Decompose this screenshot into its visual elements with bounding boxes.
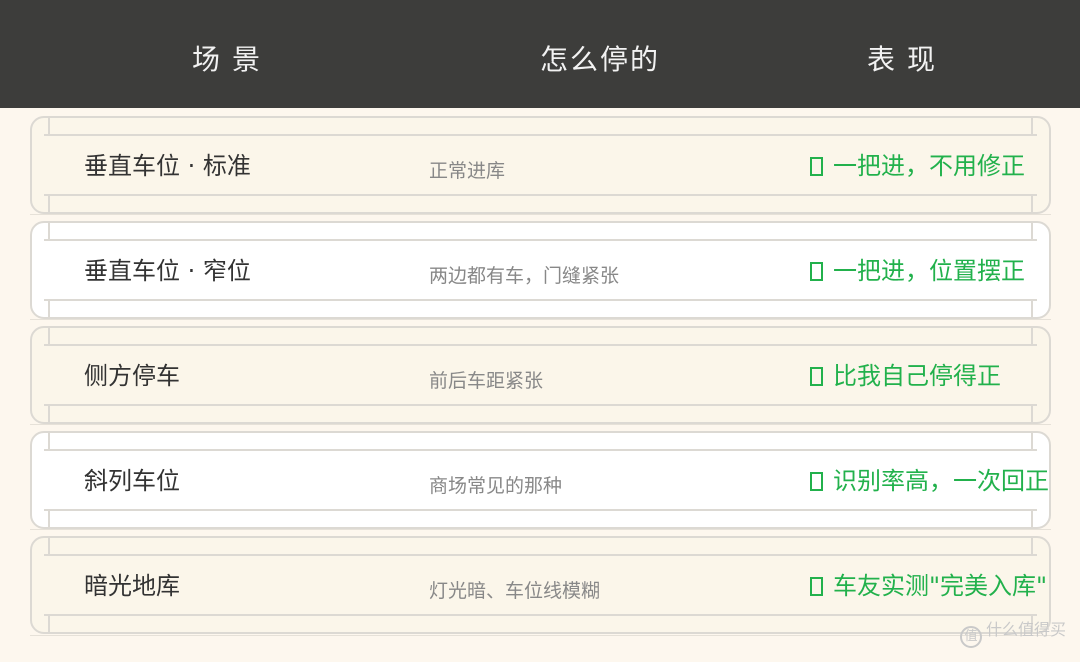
check-box-icon: [810, 367, 823, 386]
row-tick: [48, 223, 50, 239]
performance-label: 车友实测"完美入库": [810, 566, 1047, 601]
row-tick: [1031, 223, 1033, 239]
row-divider: [44, 344, 1037, 346]
header-how: 怎么停的: [540, 43, 661, 76]
row-divider: [44, 404, 1037, 406]
row-tick: [1031, 301, 1033, 317]
check-box-icon: [810, 577, 823, 596]
how-label: 商场常见的那种: [429, 475, 563, 497]
watermark: 值什么值得买: [959, 616, 1066, 648]
row-separator: [30, 424, 1051, 425]
row-tick: [1031, 406, 1033, 422]
row-tick: [1031, 118, 1033, 134]
check-box-icon: [810, 472, 823, 491]
table-row: 垂直车位 · 标准 正常进库 一把进，不用修正: [30, 116, 1051, 214]
table-row: 垂直车位 · 窄位 两边都有车，门缝紧张 一把进，位置摆正: [30, 221, 1051, 319]
how-label: 灯光暗、车位线模糊: [429, 580, 601, 602]
table-row: 侧方停车 前后车距紧张 比我自己停得正: [30, 326, 1051, 424]
scene-label: 暗光地库: [84, 572, 180, 600]
row-separator: [30, 529, 1051, 530]
row-tick: [48, 118, 50, 134]
header-performance: 表现: [867, 43, 948, 76]
row-tick: [48, 301, 50, 317]
how-label: 两边都有车，门缝紧张: [429, 265, 620, 287]
how-label: 正常进库: [429, 160, 506, 182]
scene-label: 斜列车位: [84, 467, 180, 495]
scene-label: 垂直车位 · 标准: [84, 152, 251, 180]
performance-text: 比我自己停得正: [833, 362, 1001, 390]
row-tick: [48, 538, 50, 554]
row-divider: [44, 509, 1037, 511]
scene-label: 垂直车位 · 窄位: [84, 257, 251, 285]
row-separator: [30, 319, 1051, 320]
performance-text: 一把进，不用修正: [833, 152, 1025, 180]
row-divider: [44, 614, 1037, 616]
row-tick: [1031, 328, 1033, 344]
row-tick: [1031, 511, 1033, 527]
row-separator: [30, 214, 1051, 215]
performance-text: 一把进，位置摆正: [833, 257, 1025, 285]
performance-text: 识别率高，一次回正: [833, 467, 1049, 495]
row-separator: [30, 635, 1051, 636]
check-box-icon: [810, 157, 823, 176]
row-divider: [44, 134, 1037, 136]
check-box-icon: [810, 262, 823, 281]
row-divider: [44, 239, 1037, 241]
row-tick: [48, 433, 50, 449]
performance-label: 比我自己停得正: [810, 356, 1001, 391]
site-logo-icon: 值: [959, 626, 982, 648]
row-divider: [44, 554, 1037, 556]
row-divider: [44, 449, 1037, 451]
performance-label: 一把进，位置摆正: [810, 251, 1025, 286]
row-tick: [48, 406, 50, 422]
row-tick: [1031, 433, 1033, 449]
row-tick: [48, 328, 50, 344]
performance-text: 车友实测"完美入库": [833, 572, 1048, 600]
watermark-text: 什么值得买: [985, 620, 1066, 639]
row-divider: [44, 194, 1037, 196]
scene-label: 侧方停车: [84, 362, 180, 390]
row-tick: [48, 616, 50, 632]
performance-label: 识别率高，一次回正: [810, 461, 1049, 496]
row-tick: [48, 511, 50, 527]
row-tick: [1031, 538, 1033, 554]
row-tick: [1031, 196, 1033, 212]
how-label: 前后车距紧张: [429, 370, 544, 392]
table-row: 暗光地库 灯光暗、车位线模糊 车友实测"完美入库": [30, 536, 1051, 634]
header-scene: 场景: [192, 43, 273, 76]
row-tick: [48, 196, 50, 212]
row-divider: [44, 299, 1037, 301]
table-header: 场景 怎么停的 表现: [0, 0, 1080, 108]
performance-label: 一把进，不用修正: [810, 146, 1025, 181]
table-row: 斜列车位 商场常见的那种 识别率高，一次回正: [30, 431, 1051, 529]
